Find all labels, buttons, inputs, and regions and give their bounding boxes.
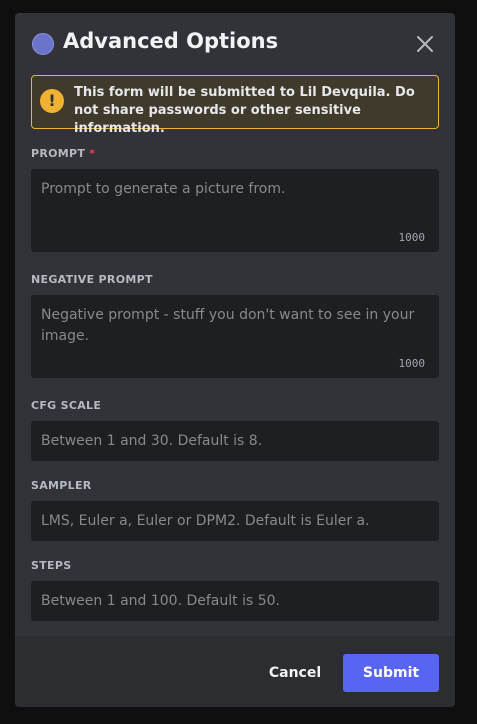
advanced-options-modal: Advanced Options ! This form will be sub… bbox=[15, 13, 455, 707]
submit-button[interactable]: Submit bbox=[343, 654, 439, 692]
warning-banner: ! This form will be submitted to Lil Dev… bbox=[31, 75, 439, 136]
negative-prompt-char-counter: 1000 bbox=[398, 357, 426, 370]
required-mark: * bbox=[89, 147, 96, 160]
cancel-button[interactable]: Cancel bbox=[262, 654, 328, 692]
sampler-label: SAMPLER bbox=[31, 479, 92, 492]
warning-text: This form will be submitted to Lil Devqu… bbox=[74, 85, 415, 136]
cfg-scale-placeholder: Between 1 and 30. Default is 8. bbox=[41, 433, 263, 449]
prompt-label: PROMPT * bbox=[31, 147, 95, 160]
close-icon[interactable] bbox=[415, 34, 435, 54]
prompt-textarea[interactable]: Prompt to generate a picture from. 1000 bbox=[31, 169, 439, 252]
cfg-scale-input[interactable]: Between 1 and 30. Default is 8. bbox=[31, 421, 439, 461]
steps-input[interactable]: Between 1 and 100. Default is 50. bbox=[31, 581, 439, 621]
steps-label: STEPS bbox=[31, 559, 72, 572]
modal-footer: Cancel Submit bbox=[15, 636, 455, 707]
modal-title: Advanced Options bbox=[63, 29, 279, 53]
negative-prompt-placeholder: Negative prompt - stuff you don't want t… bbox=[41, 307, 415, 344]
steps-placeholder: Between 1 and 100. Default is 50. bbox=[41, 593, 280, 609]
app-avatar-icon bbox=[32, 33, 54, 55]
sampler-input[interactable]: LMS, Euler a, Euler or DPM2. Default is … bbox=[31, 501, 439, 541]
sampler-placeholder: LMS, Euler a, Euler or DPM2. Default is … bbox=[41, 513, 370, 529]
modal-header: Advanced Options bbox=[15, 13, 455, 73]
prompt-label-text: PROMPT bbox=[31, 147, 86, 160]
negative-prompt-label: NEGATIVE PROMPT bbox=[31, 273, 153, 286]
prompt-placeholder: Prompt to generate a picture from. bbox=[41, 181, 286, 197]
exclamation-icon: ! bbox=[40, 89, 64, 113]
prompt-char-counter: 1000 bbox=[398, 231, 426, 244]
negative-prompt-textarea[interactable]: Negative prompt - stuff you don't want t… bbox=[31, 295, 439, 378]
cfg-scale-label: CFG SCALE bbox=[31, 399, 102, 412]
